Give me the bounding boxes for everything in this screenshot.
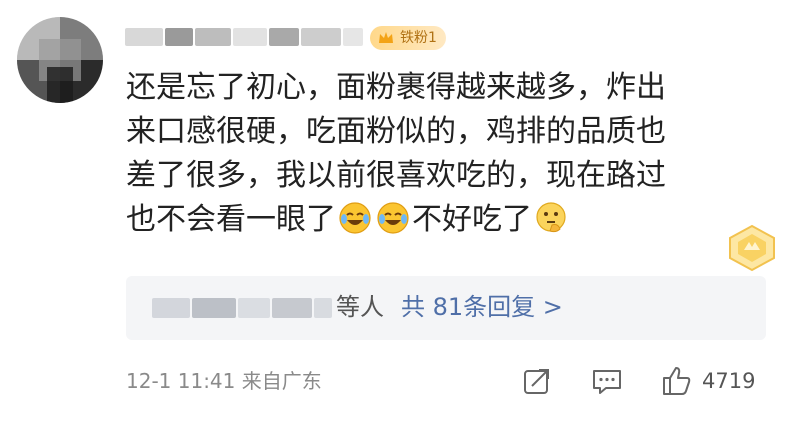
thinking-face-icon [536, 202, 566, 233]
crying-laughing-icon [339, 202, 371, 234]
comment-line: 差了很多，我以前很喜欢吃的，现在路过 [126, 158, 666, 193]
comment-line-last: 也不会看一眼了 不好吃了 [126, 198, 766, 242]
crown-icon [379, 32, 393, 43]
reply-name-blur [238, 298, 270, 318]
username-blur [165, 28, 193, 46]
share-icon[interactable] [520, 364, 554, 398]
username-blur [301, 28, 341, 46]
comment-line: 来口感很硬，吃面粉似的，鸡排的品质也 [126, 114, 666, 149]
username-blur [269, 28, 299, 46]
like-count: 4719 [702, 369, 756, 393]
comment-line: 还是忘了初心，面粉裹得越来越多，炸出 [126, 70, 666, 105]
comment-icon[interactable] [590, 364, 624, 398]
comment-text-segment: 也不会看一眼了 [126, 202, 336, 237]
username-blur [195, 28, 231, 46]
reply-name-blur [314, 298, 332, 318]
avatar[interactable] [17, 17, 103, 103]
reply-name-blur [272, 298, 312, 318]
rank-badge-icon [729, 224, 775, 272]
username-blur [125, 28, 163, 46]
username[interactable] [125, 24, 365, 50]
username-blur [343, 28, 363, 46]
comment-meta: 12-1 11:41 来自广东 [126, 367, 322, 395]
comment-location: 来自广东 [241, 369, 322, 393]
crying-laughing-icon [377, 202, 409, 234]
comment-text-segment: 不好吃了 [412, 202, 532, 237]
like-icon[interactable] [660, 364, 694, 398]
comment-text: 还是忘了初心，面粉裹得越来越多，炸出 来口感很硬，吃面粉似的，鸡排的品质也 差了… [126, 66, 766, 242]
fan-badge-label: 铁粉1 [400, 30, 437, 46]
avatar-pixel [47, 67, 73, 103]
reply-names-blurred [152, 296, 336, 320]
replies-count-link[interactable]: 共 81条回复 > [401, 290, 563, 324]
replies-others-label: 等人 [336, 293, 384, 321]
reply-name-blur [152, 298, 190, 318]
reply-name-blur [192, 298, 236, 318]
replies-panel[interactable]: 等人 共 81条回复 > [126, 276, 766, 340]
comment-timestamp: 12-1 11:41 [126, 369, 236, 393]
fan-badge[interactable]: 铁粉1 [370, 26, 446, 50]
username-blur [233, 28, 267, 46]
